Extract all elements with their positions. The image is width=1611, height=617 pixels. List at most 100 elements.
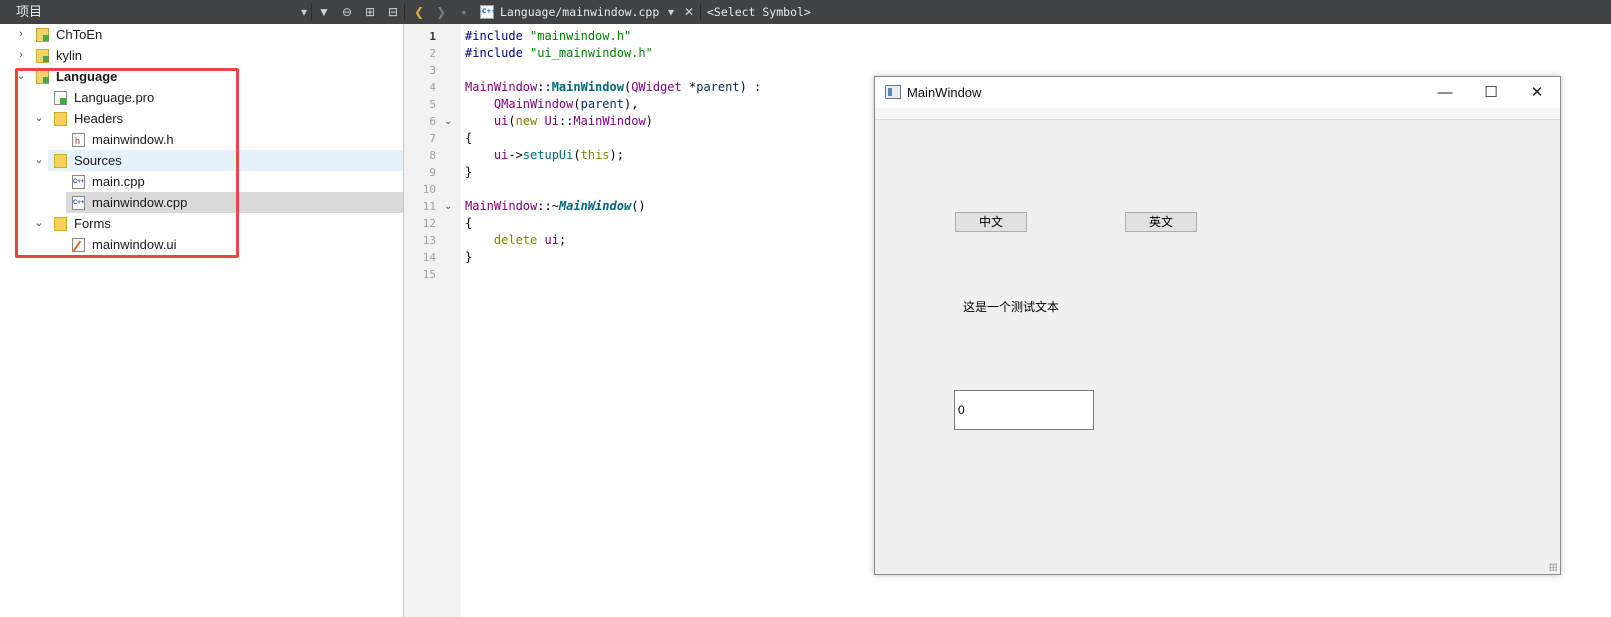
line-number: 6 — [429, 115, 436, 128]
code-token: ( — [573, 97, 581, 111]
code-line: ui->setupUi(this); — [465, 147, 624, 164]
toolbar-separator — [311, 3, 312, 21]
code-token: ui — [493, 148, 509, 162]
line-number: 4 — [429, 81, 436, 94]
line-number: 9 — [429, 166, 436, 179]
nav-forward-icon[interactable]: ❯ — [432, 0, 450, 24]
toolbar-separator — [404, 3, 405, 21]
code-token: ( — [508, 114, 516, 128]
window-menubar — [875, 108, 1560, 120]
line-number-gutter: 1 2 3 4 5 6 ⌄ 7 8 9 10 11 ⌄ 12 13 14 15 — [404, 24, 461, 617]
code-token: MainWindow — [573, 114, 646, 128]
chevron-right-icon[interactable]: › — [15, 24, 27, 45]
line-number: 10 — [422, 183, 436, 196]
code-token: ui — [493, 114, 509, 128]
line-number: 15 — [422, 268, 436, 281]
code-token: "ui_mainwindow.h" — [530, 46, 653, 60]
code-line: { — [465, 130, 472, 147]
code-token: } — [465, 165, 473, 179]
open-file-selector[interactable]: Language/mainwindow.cpp — [500, 0, 659, 24]
code-token: :: — [558, 114, 574, 128]
project-panel-title: 项目 — [16, 4, 43, 19]
line-number: 2 — [429, 47, 436, 60]
code-token: delete — [493, 233, 538, 247]
line-number: 11 — [422, 200, 436, 213]
project-icon — [36, 28, 49, 42]
code-token: new — [515, 114, 538, 128]
code-line: { — [465, 215, 472, 232]
link-icon[interactable]: ⊖ — [338, 0, 356, 24]
code-line: #include "ui_mainwindow.h" — [465, 45, 653, 62]
lock-icon: ▪ — [461, 5, 467, 19]
window-title: MainWindow — [907, 85, 982, 100]
english-button[interactable]: 英文 — [1125, 212, 1197, 232]
code-token: -> — [508, 148, 523, 162]
code-token: ) — [645, 114, 653, 128]
code-token: ( — [573, 148, 581, 162]
code-token: "mainwindow.h" — [530, 29, 632, 43]
tree-item-label: kylin — [56, 48, 83, 63]
chevron-right-icon[interactable]: › — [15, 45, 27, 66]
code-token: #include — [465, 46, 531, 60]
code-token: Ui — [544, 114, 559, 128]
annotation-highlight-box — [15, 68, 239, 258]
toolbar-separator — [700, 3, 701, 21]
code-token: ), — [623, 97, 639, 111]
line-number: 7 — [429, 132, 436, 145]
project-icon — [36, 49, 49, 63]
tree-item-chtoen[interactable]: › ChToEn — [0, 24, 404, 45]
code-token: ); — [609, 148, 624, 162]
code-token: () — [631, 199, 646, 213]
code-token: { — [465, 216, 473, 230]
split-icon[interactable]: ⊞ — [361, 0, 379, 24]
top-toolbar: 项目 ▾ ▼ ⊖ ⊞ ⊟ ❮ ❯ ▪ Language/mainwindow.c… — [0, 0, 1611, 24]
code-token: setupUi — [522, 148, 574, 162]
nav-back-icon[interactable]: ❮ — [410, 0, 428, 24]
symbol-selector[interactable]: <Select Symbol> — [707, 0, 811, 24]
maximize-button[interactable]: ☐ — [1468, 77, 1514, 108]
fold-chevron-icon[interactable]: ⌄ — [444, 113, 452, 130]
code-token: this — [580, 148, 610, 162]
resize-grip-icon[interactable] — [1549, 563, 1557, 571]
file-dropdown-icon[interactable]: ▾ — [662, 0, 680, 24]
window-titlebar[interactable]: MainWindow — ☐ ✕ — [875, 77, 1560, 108]
code-token: ::~ — [537, 199, 559, 213]
cpp-file-icon — [480, 5, 496, 19]
code-token: ; — [558, 233, 567, 247]
code-token: MainWindow — [465, 80, 538, 94]
fold-chevron-icon[interactable]: ⌄ — [444, 198, 452, 215]
code-token: ui — [544, 233, 559, 247]
code-token: } — [465, 250, 473, 264]
close-button[interactable]: ✕ — [1514, 77, 1560, 108]
number-input[interactable]: 0 — [954, 390, 1094, 430]
code-token: * — [681, 80, 697, 94]
filter-icon[interactable]: ▼ — [315, 0, 333, 24]
line-number: 13 — [422, 234, 436, 247]
code-line: MainWindow::MainWindow(QWidget *parent) … — [465, 79, 761, 96]
close-panel-icon[interactable]: ⊟ — [384, 0, 402, 24]
tree-item-label: ChToEn — [56, 27, 103, 42]
line-number: 1 — [429, 30, 436, 43]
code-line: MainWindow::~MainWindow() — [465, 198, 646, 215]
line-number: 8 — [429, 149, 436, 162]
tree-item-kylin[interactable]: › kylin — [0, 45, 404, 66]
code-line: QMainWindow(parent), — [465, 96, 639, 113]
code-line: ui(new Ui::MainWindow) — [465, 113, 653, 130]
code-token: MainWindow — [465, 199, 538, 213]
line-number: 3 — [429, 64, 436, 77]
close-document-icon[interactable]: ✕ — [680, 0, 698, 24]
code-token: QWidget — [631, 80, 682, 94]
code-line: #include "mainwindow.h" — [465, 28, 631, 45]
main-window: MainWindow — ☐ ✕ 中文 英文 这是一个测试文本 0 — [874, 76, 1561, 575]
chinese-button[interactable]: 中文 — [955, 212, 1027, 232]
code-token: MainWindow — [558, 199, 632, 213]
line-number: 5 — [429, 98, 436, 111]
code-token: parent — [696, 80, 740, 94]
code-line: } — [465, 164, 472, 181]
test-text-label: 这是一个测试文本 — [963, 300, 1060, 314]
minimize-button[interactable]: — — [1422, 77, 1468, 108]
